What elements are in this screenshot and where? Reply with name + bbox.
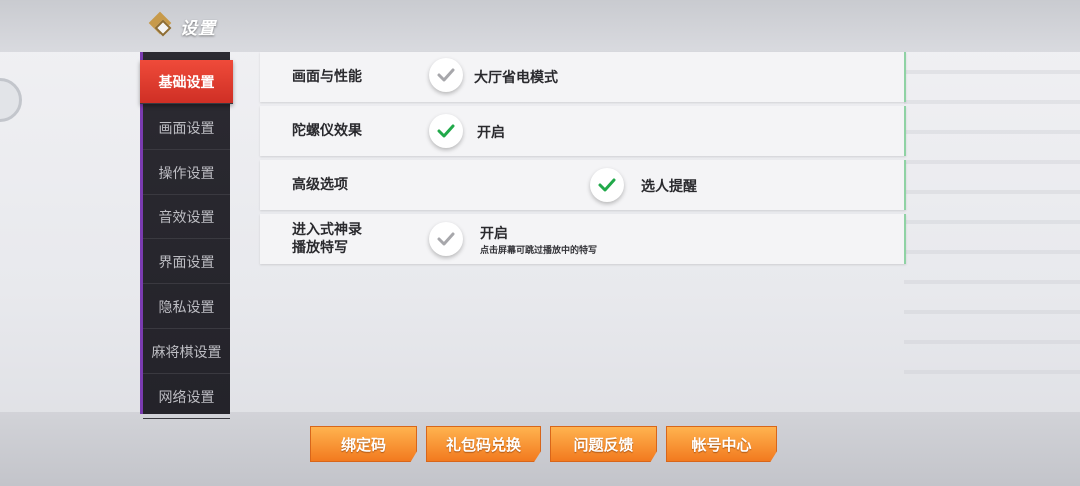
option-hint: 点击屏幕可跳过播放中的特写 <box>480 246 598 256</box>
setting-row-advanced: 高级选项 选人提醒 <box>260 160 906 210</box>
account-center-button[interactable]: 帐号中心 <box>666 426 777 462</box>
option-label: 开启 <box>477 125 505 141</box>
setting-row-shikigami-closeup: 进入式神录 播放特写 开启 点击屏幕可跳过播放中的特写 <box>260 214 906 264</box>
gift-code-button[interactable]: 礼包码兑换 <box>426 426 541 462</box>
setting-label: 高级选项 <box>292 177 348 193</box>
feedback-button[interactable]: 问题反馈 <box>550 426 657 462</box>
page-title: 设置 <box>180 18 216 39</box>
setting-row-gyroscope: 陀螺仪效果 开启 <box>260 106 906 156</box>
setting-label: 进入式神录 播放特写 <box>292 214 362 264</box>
bind-code-button[interactable]: 绑定码 <box>310 426 417 462</box>
check-icon <box>437 68 455 82</box>
pick-reminder-checkbox[interactable] <box>590 168 624 202</box>
gyroscope-checkbox[interactable] <box>429 114 463 148</box>
option-label: 选人提醒 <box>641 179 697 195</box>
sidebar-item-interface[interactable]: 界面设置 <box>143 240 230 284</box>
diamond-logo-icon <box>148 11 174 39</box>
settings-content: 画面与性能 大厅省电模式 陀螺仪效果 开启 高级选项 选人提醒 进入式神录 播放… <box>260 52 906 414</box>
setting-label: 陀螺仪效果 <box>292 123 362 139</box>
check-icon <box>598 178 616 192</box>
settings-panel: 基础设置 画面设置 操作设置 音效设置 界面设置 隐私设置 麻将棋设置 网络设置… <box>140 52 910 419</box>
option-label: 大厅省电模式 <box>474 70 558 86</box>
setting-row-graphics-performance: 画面与性能 大厅省电模式 <box>260 52 906 102</box>
sidebar-item-audio[interactable]: 音效设置 <box>143 195 230 239</box>
closeup-checkbox[interactable] <box>429 222 463 256</box>
sidebar-item-controls[interactable]: 操作设置 <box>143 151 230 195</box>
sidebar-item-network[interactable]: 网络设置 <box>143 375 230 419</box>
setting-label: 画面与性能 <box>292 69 362 85</box>
sidebar-item-mahjong[interactable]: 麻将棋设置 <box>143 330 230 374</box>
check-icon <box>437 232 455 246</box>
sidebar-item-basic[interactable]: 基础设置 <box>140 60 233 104</box>
sidebar-item-graphics[interactable]: 画面设置 <box>143 106 230 150</box>
settings-sidebar: 基础设置 画面设置 操作设置 音效设置 界面设置 隐私设置 麻将棋设置 网络设置 <box>140 52 233 419</box>
setting-label-line1: 进入式神录 <box>292 222 362 238</box>
background-decoration-right <box>904 60 1080 400</box>
sidebar-item-privacy[interactable]: 隐私设置 <box>143 285 230 329</box>
power-save-checkbox[interactable] <box>429 58 463 92</box>
page-header: 设置 <box>148 10 216 42</box>
setting-label-line2: 播放特写 <box>292 240 348 256</box>
option-label: 开启 <box>480 226 508 242</box>
check-icon <box>437 124 455 138</box>
